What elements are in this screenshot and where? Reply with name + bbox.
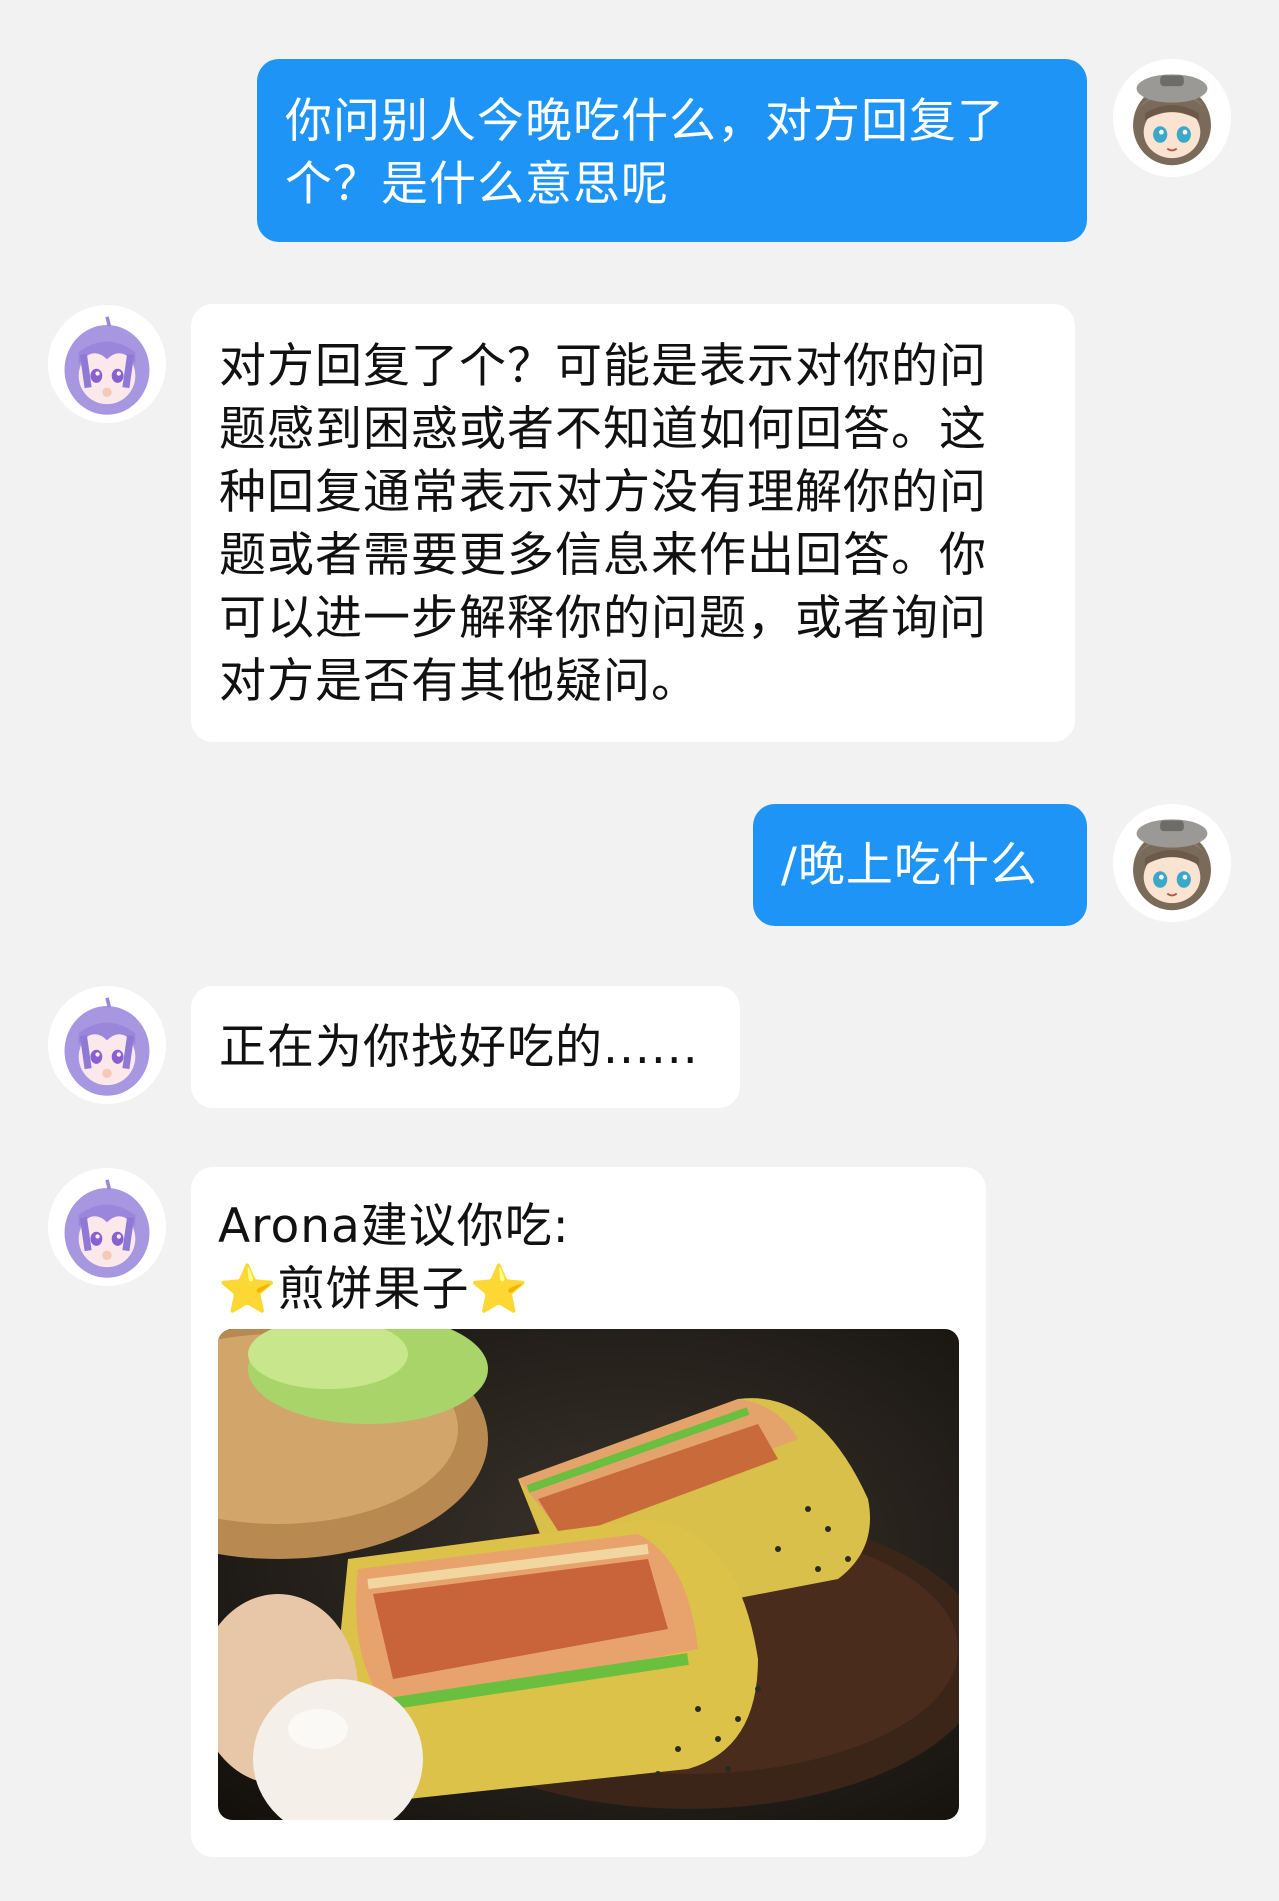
bot-avatar[interactable] xyxy=(48,1168,166,1286)
bot-avatar-image xyxy=(48,986,166,1104)
bot-avatar-image xyxy=(48,305,166,423)
message-text-line: 题或者需要更多信息来作出回答。你 xyxy=(219,528,987,583)
food-photo[interactable] xyxy=(218,1329,959,1820)
message-text-line: 可以进一步解释你的问题，或者询问 xyxy=(219,591,987,646)
dish-line: ⭐煎饼果子⭐ xyxy=(218,1258,959,1321)
message-text-line: 个？是什么意思呢 xyxy=(285,157,669,212)
message-text-line: 对方回复了个？可能是表示对你的问 xyxy=(219,339,987,394)
user-message-bubble: 你问别人今晚吃什么，对方回复了 个？是什么意思呢 xyxy=(257,59,1087,242)
bot-message-bubble: 对方回复了个？可能是表示对你的问 题感到困惑或者不知道如何回答。这 种回复通常表… xyxy=(191,304,1075,742)
message-text-line: 你问别人今晚吃什么，对方回复了 xyxy=(285,94,1005,149)
message-text-line: Arona建议你吃: xyxy=(218,1199,570,1254)
star-icon: ⭐ xyxy=(469,1262,530,1317)
user-message-bubble: /晚上吃什么 xyxy=(753,804,1087,926)
bot-avatar-image xyxy=(48,1168,166,1286)
user-avatar-image xyxy=(1113,804,1231,922)
message-text-line: 题感到困惑或者不知道如何回答。这 xyxy=(219,402,987,457)
dish-name: 煎饼果子 xyxy=(277,1262,470,1317)
message-text-line: 正在为你找好吃的...... xyxy=(219,1020,699,1075)
message-text-line: 对方是否有其他疑问。 xyxy=(219,654,699,709)
bot-avatar[interactable] xyxy=(48,986,166,1104)
star-icon: ⭐ xyxy=(218,1262,278,1317)
message-text-line: /晚上吃什么 xyxy=(781,838,1038,893)
bot-avatar[interactable] xyxy=(48,305,166,423)
user-avatar-image xyxy=(1113,59,1231,177)
message-text-line: 种回复通常表示对方没有理解你的问 xyxy=(219,465,987,520)
user-avatar[interactable] xyxy=(1113,804,1231,922)
jianbing-guozi-image xyxy=(218,1329,959,1820)
user-avatar[interactable] xyxy=(1113,59,1231,177)
bot-message-bubble: 正在为你找好吃的...... xyxy=(191,986,740,1108)
